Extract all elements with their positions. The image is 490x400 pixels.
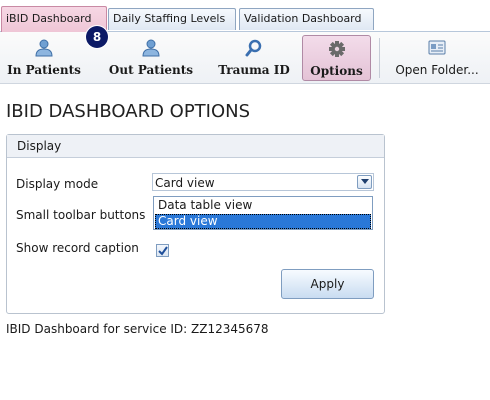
out-patients-button[interactable]: Out Patients (104, 35, 198, 81)
user-icon (34, 39, 54, 57)
small-toolbar-buttons-label: Small toolbar buttons (16, 208, 146, 222)
in-patients-label: In Patients (7, 63, 81, 77)
in-patients-button[interactable]: In Patients (4, 35, 84, 81)
toolbar-separator (379, 38, 380, 78)
options-button[interactable]: Options (302, 35, 371, 81)
display-mode-dropdown-list: Data table view Card view (153, 196, 373, 230)
apply-button[interactable]: Apply (281, 269, 374, 299)
checkmark-icon (158, 246, 168, 256)
open-folder-label: Open Folder... (395, 63, 479, 77)
folder-card-icon (427, 39, 447, 57)
display-group-header: Display (7, 135, 384, 158)
service-id-footer: IBID Dashboard for service ID: ZZ1234567… (6, 322, 269, 336)
out-patients-label: Out Patients (108, 63, 194, 77)
gear-icon (327, 40, 347, 58)
trauma-id-button[interactable]: Trauma ID (212, 35, 296, 81)
open-folder-button[interactable]: Open Folder... (388, 35, 486, 81)
search-icon (244, 39, 264, 57)
chevron-down-icon (361, 179, 369, 184)
display-mode-label: Display mode (16, 177, 99, 191)
dropdown-option-data-table-view[interactable]: Data table view (155, 198, 371, 213)
tab-validation-dashboard[interactable]: Validation Dashboard (239, 8, 374, 30)
show-record-caption-checkbox[interactable] (156, 244, 169, 257)
page-title: IBID DASHBOARD OPTIONS (6, 101, 251, 122)
dropdown-button[interactable] (357, 175, 372, 189)
options-label: Options (310, 64, 363, 78)
display-mode-select[interactable]: Card view (152, 173, 374, 191)
display-mode-value: Card view (155, 176, 215, 190)
tab-daily-staffing-levels[interactable]: Daily Staffing Levels (108, 8, 236, 30)
user-icon (141, 39, 161, 57)
dropdown-option-card-view[interactable]: Card view (155, 214, 371, 229)
notification-badge: 8 (86, 26, 108, 48)
show-record-caption-label: Show record caption (16, 241, 139, 255)
trauma-id-label: Trauma ID (218, 63, 290, 77)
ribbon-toolbar: In Patients Out Patients Trauma ID Optio… (0, 32, 490, 84)
